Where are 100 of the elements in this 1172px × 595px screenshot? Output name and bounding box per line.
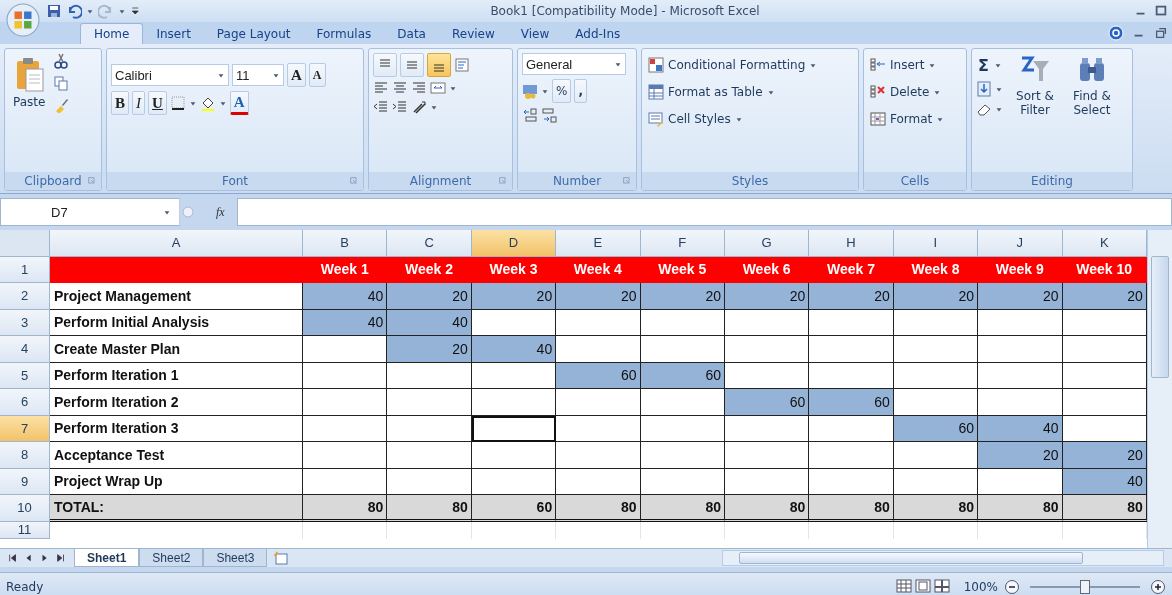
ribbon-tab[interactable]: Page Layout — [203, 24, 304, 44]
page-layout-icon[interactable] — [914, 579, 931, 595]
delete-cells-icon[interactable] — [870, 84, 886, 100]
new-sheet-icon[interactable] — [273, 550, 290, 566]
table-cell: 60 — [724, 389, 810, 416]
ribbon-tab[interactable]: Add-Ins — [562, 24, 634, 44]
font-size-field[interactable]: 11 — [232, 64, 284, 86]
shrink-font-button[interactable]: A — [308, 63, 326, 87]
cells-menu-button[interactable]: Delete — [868, 80, 962, 104]
fill-color-icon[interactable] — [199, 95, 216, 111]
maximize-icon[interactable] — [1154, 4, 1168, 18]
insert-cells-icon[interactable] — [870, 57, 886, 73]
row-header[interactable]: 1 — [0, 256, 50, 283]
group-label: Clipboard — [24, 174, 82, 188]
ribbon-tab[interactable]: Review — [438, 24, 508, 44]
save-icon[interactable] — [46, 3, 62, 19]
row-header[interactable]: 7 — [0, 415, 50, 442]
cells-menu-button[interactable]: Insert — [868, 53, 962, 77]
autosum-button[interactable]: Σ — [976, 53, 991, 77]
table-cell: Week 9 — [978, 256, 1063, 283]
ribbon-tab[interactable]: Insert — [143, 24, 204, 44]
comma-button[interactable]: , — [574, 79, 587, 103]
help-icon[interactable] — [1108, 25, 1124, 41]
last-sheet-icon[interactable] — [56, 553, 66, 563]
column-header[interactable]: B — [303, 230, 388, 257]
ribbon-tab[interactable]: Formulas — [303, 24, 385, 44]
percent-button[interactable]: % — [552, 79, 572, 103]
table-cell: Week 5 — [640, 256, 725, 283]
styles-menu-button[interactable]: Format as Table — [646, 80, 854, 104]
ribbon-tab[interactable]: View — [507, 24, 563, 44]
name-box[interactable]: D7 — [0, 198, 180, 226]
decrease-indent-icon[interactable] — [373, 99, 389, 115]
fill-down-icon[interactable] — [976, 81, 992, 97]
sheet-tab[interactable]: Sheet1 — [74, 549, 140, 567]
vertical-scrollbar[interactable] — [1146, 230, 1172, 548]
column-header[interactable]: K — [1062, 230, 1147, 257]
table-cell: 40 — [303, 309, 388, 336]
column-header[interactable]: I — [893, 230, 979, 257]
restore-icon[interactable] — [1154, 26, 1168, 40]
formula-input[interactable] — [236, 198, 1172, 226]
page-break-icon[interactable] — [933, 579, 950, 595]
slider-thumb[interactable] — [1080, 580, 1090, 594]
styles-menu-button[interactable]: Cell Styles — [646, 107, 854, 131]
sheet-tab[interactable]: Sheet2 — [139, 549, 204, 567]
align-left-icon[interactable] — [373, 80, 389, 96]
cells-menu-button[interactable]: Format — [868, 107, 962, 131]
number-format-field[interactable]: General — [522, 53, 626, 75]
font-color-button[interactable]: A — [229, 91, 249, 115]
row-header[interactable]: 10 — [0, 495, 50, 522]
sheet-tab[interactable]: Sheet3 — [203, 549, 268, 567]
font-name-field[interactable]: Calibri — [111, 64, 229, 86]
conditional-icon[interactable] — [648, 57, 664, 73]
column-header[interactable]: D — [471, 230, 557, 257]
first-sheet-icon[interactable] — [8, 553, 18, 563]
currency-icon[interactable] — [522, 83, 538, 99]
wrap-text-icon[interactable] — [454, 57, 470, 73]
styles-icon[interactable] — [648, 111, 664, 127]
paste-button[interactable]: Paste — [9, 53, 50, 168]
row-header[interactable]: 5 — [0, 362, 50, 389]
row-header[interactable]: 9 — [0, 468, 50, 495]
find-select-button[interactable]: Find & Select — [1067, 53, 1117, 168]
table-cell: 20 — [978, 283, 1063, 310]
table-cell: 80 — [724, 495, 810, 522]
grow-font-button[interactable]: A — [287, 63, 306, 87]
row-header[interactable]: 2 — [0, 283, 50, 310]
styles-menu-button[interactable]: Conditional Formatting — [646, 53, 854, 77]
table-cell: 60 — [640, 362, 725, 389]
cut-icon[interactable] — [53, 53, 70, 69]
previous-sheet-icon[interactable] — [24, 553, 34, 563]
horizontal-scrollbar[interactable] — [722, 550, 1164, 566]
insert-function-button[interactable]: fx — [196, 198, 235, 226]
borders-icon[interactable] — [169, 95, 186, 111]
sort-filter-button[interactable]: Sort & Filter — [1007, 53, 1063, 168]
format-cells-icon[interactable] — [870, 111, 886, 127]
column-header[interactable]: J — [978, 230, 1063, 257]
zoom-in-icon[interactable] — [1150, 579, 1166, 595]
decrease-decimal-icon[interactable] — [541, 107, 557, 123]
column-header[interactable]: C — [387, 230, 472, 257]
column-header[interactable]: G — [724, 230, 810, 257]
table-icon[interactable] — [648, 84, 664, 100]
row-header[interactable]: 3 — [0, 309, 50, 336]
undo-icon[interactable] — [66, 3, 82, 19]
normal-view-icon[interactable] — [895, 579, 912, 595]
row-header[interactable]: 6 — [0, 389, 50, 416]
column-header[interactable]: H — [809, 230, 894, 257]
row-header[interactable]: 8 — [0, 442, 50, 469]
row-header[interactable]: 4 — [0, 336, 50, 363]
bold-button[interactable]: B — [111, 91, 129, 115]
column-header[interactable]: F — [640, 230, 725, 257]
increase-decimal-icon[interactable] — [522, 107, 538, 123]
italic-button[interactable]: I — [132, 91, 145, 115]
underline-button[interactable]: U — [148, 91, 167, 115]
zoom-out-icon[interactable] — [1004, 579, 1020, 595]
column-header[interactable]: E — [556, 230, 641, 257]
column-header[interactable]: A — [50, 230, 303, 257]
orientation-icon[interactable] — [411, 99, 427, 115]
ribbon-tab[interactable]: Home — [80, 23, 144, 44]
zoom-level[interactable]: 100% — [963, 580, 998, 594]
copy-icon[interactable] — [53, 75, 70, 91]
ribbon-tab[interactable]: Data — [384, 24, 439, 44]
